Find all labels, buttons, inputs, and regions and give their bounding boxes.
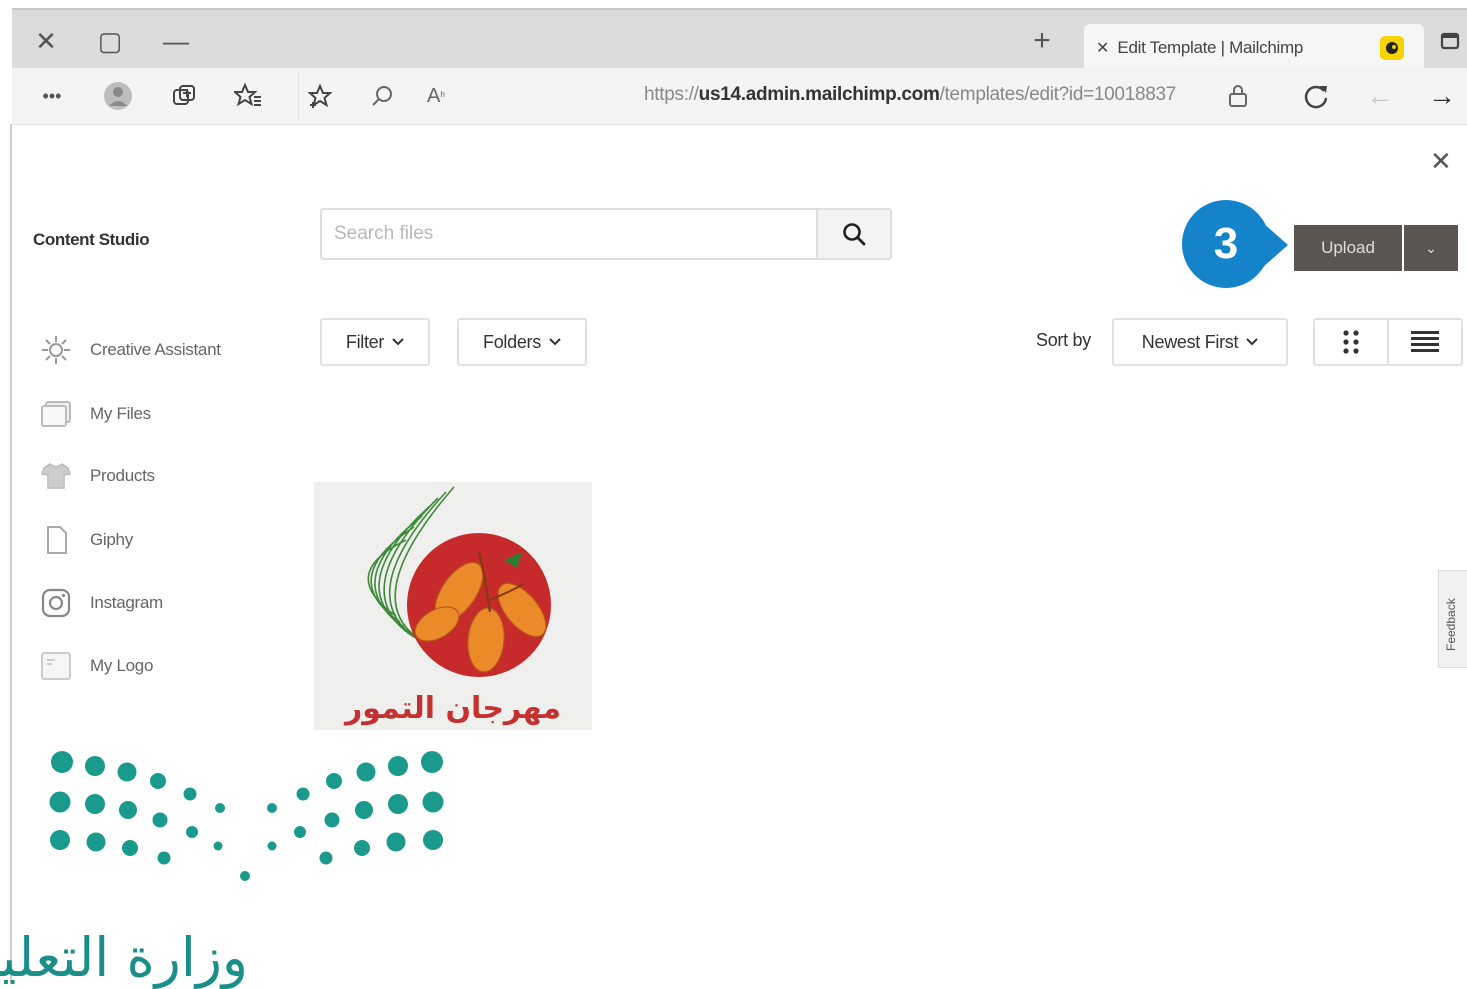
sidebar-item-label: My Files xyxy=(90,404,151,423)
window-maximize-button[interactable]: ▢ xyxy=(90,24,130,58)
step-badge: 3 xyxy=(1182,200,1270,288)
instagram-icon xyxy=(38,585,74,621)
sidebar-item-label: My Logo xyxy=(90,656,154,675)
content-studio-title: Content Studio xyxy=(33,230,150,249)
browser-title-bar: ✕ ▢ — + ✕ Edit Template | Mailchimp xyxy=(12,8,1467,72)
sidebar-item-label: Creative Assistant xyxy=(90,340,221,359)
more-options-icon[interactable]: ••• xyxy=(34,78,70,114)
window-close-button[interactable]: ✕ xyxy=(26,24,66,58)
sidebar-item-my-files[interactable]: My Files xyxy=(38,394,151,434)
sidebar-item-instagram[interactable]: Instagram xyxy=(38,583,163,623)
collections-icon[interactable] xyxy=(166,78,202,114)
filter-label: Filter xyxy=(345,331,385,352)
filter-dropdown[interactable]: Filter xyxy=(320,318,430,366)
favorites-icon[interactable] xyxy=(230,78,266,114)
window-left-border xyxy=(10,124,12,982)
grid-view-button[interactable] xyxy=(1313,318,1389,366)
profile-avatar-icon[interactable] xyxy=(100,78,136,114)
search-input[interactable] xyxy=(332,220,806,248)
file-thumbnail-text: مهرجان التمور xyxy=(345,691,561,726)
new-tab-button[interactable]: + xyxy=(1022,24,1062,58)
sort-dropdown[interactable]: Newest First xyxy=(1112,318,1288,366)
folders-dropdown[interactable]: Folders xyxy=(457,318,587,366)
sidebar-item-label: Products xyxy=(90,466,155,485)
tab-actions-icon[interactable] xyxy=(1430,24,1467,58)
tab-close-icon[interactable]: ✕ xyxy=(1096,38,1109,58)
browser-toolbar: ••• Aʰ https://us14.admin.mailchimp.com/… xyxy=(12,68,1467,125)
url-domain: us14.admin.mailchimp.com xyxy=(698,84,940,105)
file-thumbnail[interactable]: مهرجان التمور xyxy=(314,482,592,730)
sparkle-icon xyxy=(38,332,74,368)
ministry-logo-text: وزارة التعليم xyxy=(0,926,248,989)
document-icon xyxy=(38,522,74,558)
address-bar[interactable]: https://us14.admin.mailchimp.com/templat… xyxy=(644,84,1176,106)
date-festival-logo-image xyxy=(367,486,551,677)
shirt-icon xyxy=(38,458,74,494)
list-view-icon xyxy=(1411,331,1439,352)
files-icon xyxy=(38,396,74,432)
sidebar-item-my-logo[interactable]: My Logo xyxy=(38,646,153,686)
tab-title: Edit Template | Mailchimp xyxy=(1117,38,1303,57)
search-button[interactable] xyxy=(816,210,890,258)
chevron-down-icon xyxy=(392,338,404,346)
toolbar-divider xyxy=(298,72,299,120)
forward-icon[interactable]: ← xyxy=(1362,78,1398,114)
feedback-label: Feedback xyxy=(1444,598,1458,651)
window-minimize-button[interactable]: — xyxy=(156,24,196,58)
grid-view-icon xyxy=(1343,330,1359,354)
chevron-down-icon xyxy=(1246,338,1258,346)
chevron-down-icon xyxy=(549,338,561,346)
upload-button[interactable]: Upload xyxy=(1294,225,1402,271)
url-prefix: https:// xyxy=(644,84,699,105)
back-icon[interactable]: → xyxy=(1424,78,1460,114)
sidebar-item-label: Instagram xyxy=(90,593,163,612)
refresh-icon[interactable] xyxy=(1298,78,1334,114)
sort-by-label: Sort by xyxy=(1036,330,1091,350)
sidebar-item-products[interactable]: Products xyxy=(38,456,155,496)
chevron-down-icon: ⌄ xyxy=(1425,239,1437,256)
sidebar-item-giphy[interactable]: Giphy xyxy=(38,520,133,560)
sidebar-item-label: Giphy xyxy=(90,530,133,549)
list-view-button[interactable] xyxy=(1387,318,1463,366)
url-path: /templates/edit?id=10018837 xyxy=(939,84,1177,105)
upload-options-button[interactable]: ⌄ xyxy=(1404,225,1458,271)
image-icon xyxy=(38,648,74,684)
lock-icon[interactable] xyxy=(1220,78,1256,114)
mailchimp-favicon-icon xyxy=(1380,36,1404,60)
modal-close-icon[interactable]: ✕ xyxy=(1430,146,1452,177)
feedback-tab[interactable]: Feedback xyxy=(1438,570,1467,668)
search-icon xyxy=(843,223,866,246)
read-aloud-icon[interactable]: Aʰ xyxy=(418,78,454,114)
browser-tab[interactable]: ✕ Edit Template | Mailchimp xyxy=(1084,24,1424,72)
search-box xyxy=(320,208,892,260)
sidebar-item-creative-assistant[interactable]: Creative Assistant xyxy=(38,330,221,370)
ministry-logo-dots xyxy=(49,751,444,881)
sort-value: Newest First xyxy=(1141,331,1239,352)
folders-label: Folders xyxy=(483,331,541,352)
find-on-page-icon[interactable] xyxy=(364,78,400,114)
add-favorite-icon[interactable] xyxy=(302,78,338,114)
